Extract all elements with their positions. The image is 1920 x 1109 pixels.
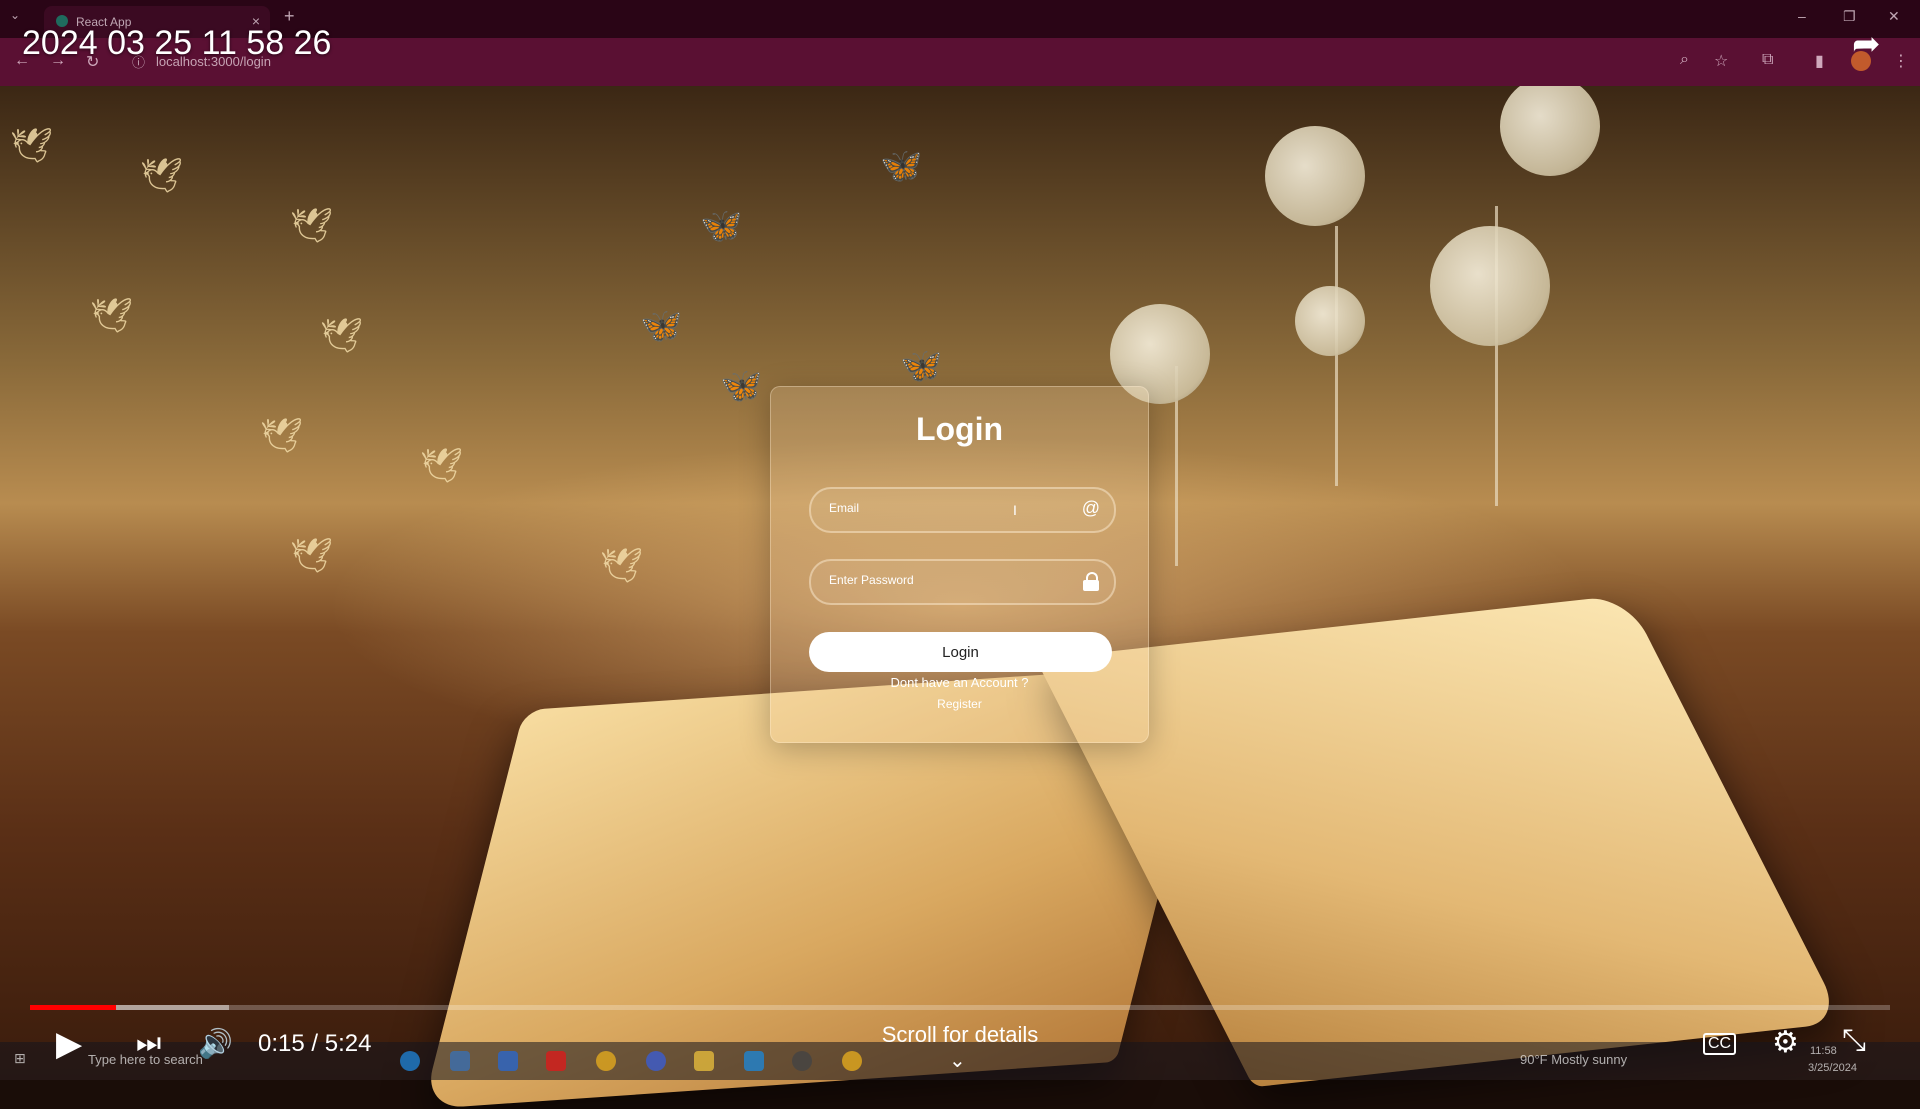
sidebar-icon[interactable]: ▮	[1815, 51, 1824, 71]
scroll-for-details-text[interactable]: Scroll for details	[0, 1022, 1920, 1048]
bird-decoration: 🕊	[320, 317, 364, 355]
bird-decoration: 🕊	[10, 127, 54, 165]
butterfly-decoration: 🦋	[640, 307, 683, 345]
login-card: Login @ Login Dont have an Account ? Reg…	[770, 386, 1149, 743]
register-link[interactable]: Register	[771, 697, 1148, 711]
password-input[interactable]	[811, 561, 1069, 599]
explorer-app-icon[interactable]	[694, 1051, 714, 1071]
login-title: Login	[915, 411, 1004, 447]
flower-stem	[1335, 226, 1338, 486]
bird-decoration: 🕊	[600, 547, 644, 585]
flower-decoration	[1295, 286, 1365, 356]
youtube-app-icon[interactable]	[546, 1051, 566, 1071]
extension-icon[interactable]: ⧉	[1762, 51, 1773, 69]
open-book-right-pages	[1035, 594, 1845, 1088]
exit-fullscreen-icon[interactable]: ⤡	[1842, 1024, 1866, 1058]
butterfly-decoration: 🦋	[700, 207, 743, 245]
at-icon: @	[1081, 498, 1100, 518]
chevron-down-icon[interactable]: ⌄	[949, 1048, 966, 1073]
mail-app-icon[interactable]	[498, 1051, 518, 1071]
chrome-app-icon[interactable]	[596, 1051, 616, 1071]
flower-decoration	[1500, 76, 1600, 176]
bird-decoration: 🕊	[290, 207, 334, 245]
star-icon[interactable]: ☆	[1714, 51, 1728, 71]
tab-list-icon[interactable]: ⌄	[10, 8, 20, 22]
settings-icon[interactable]: ⚙	[1772, 1025, 1799, 1060]
store-app-icon[interactable]	[450, 1051, 470, 1071]
menu-icon[interactable]: ⋮	[1893, 51, 1909, 71]
butterfly-decoration: 🦋	[880, 147, 923, 185]
butterfly-decoration: 🦋	[720, 367, 763, 405]
video-played-bar	[30, 1005, 116, 1010]
weather-text[interactable]: 90°F Mostly sunny	[1520, 1052, 1627, 1067]
no-account-text: Dont have an Account ?	[890, 675, 1029, 690]
bird-decoration: 🕊	[90, 297, 134, 335]
restore-icon[interactable]: ❐	[1843, 8, 1856, 25]
media-app-icon[interactable]	[646, 1051, 666, 1071]
login-button[interactable]: Login	[809, 632, 1112, 672]
text-cursor-icon: I	[1013, 502, 1017, 518]
lock-icon	[1083, 572, 1099, 591]
share-icon[interactable]: ➦	[1852, 24, 1881, 64]
edge-app-icon[interactable]	[400, 1051, 420, 1071]
bird-decoration: 🕊	[140, 157, 184, 195]
video-overlay-timestamp: 2024 03 25 11 58 26	[22, 24, 332, 62]
vscode-app-icon[interactable]	[744, 1051, 764, 1071]
video-progress-bar[interactable]	[30, 1005, 1890, 1010]
captions-icon[interactable]: CC	[1703, 1033, 1737, 1055]
flower-decoration	[1265, 126, 1365, 226]
clock-date[interactable]: 3/25/2024	[1808, 1062, 1857, 1074]
windows-icon[interactable]: ⊞	[14, 1050, 26, 1067]
bird-decoration: 🕊	[420, 447, 464, 485]
password-field[interactable]	[809, 559, 1116, 605]
flower-decoration	[1430, 226, 1550, 346]
zoom-icon[interactable]: ⌕	[1680, 51, 1689, 69]
email-input[interactable]	[811, 489, 1069, 527]
app-icon[interactable]	[792, 1051, 812, 1071]
bird-decoration: 🕊	[290, 537, 334, 575]
chrome-app-icon-2[interactable]	[842, 1051, 862, 1071]
email-field[interactable]: @	[809, 487, 1116, 533]
close-window-icon[interactable]: ✕	[1888, 8, 1900, 25]
bird-decoration: 🕊	[260, 417, 304, 455]
minimize-icon[interactable]: –	[1798, 8, 1806, 24]
butterfly-decoration: 🦋	[900, 347, 943, 385]
